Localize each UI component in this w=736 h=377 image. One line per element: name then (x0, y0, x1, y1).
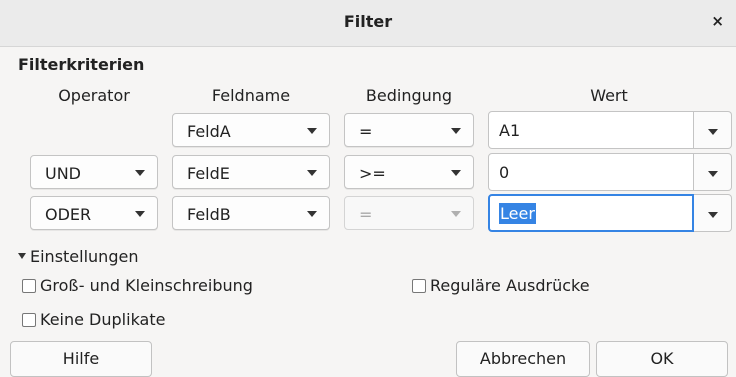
expander-arrow-icon (18, 252, 26, 259)
chevron-down-icon (451, 128, 461, 134)
field-combo-row2[interactable]: FeldE (172, 155, 330, 189)
value-dropdown-button-row2[interactable] (694, 153, 732, 191)
chevron-down-icon (307, 170, 317, 176)
column-header-value: Wert (590, 86, 628, 105)
field-value-row2: FeldE (187, 164, 230, 183)
title-bar: Filter × (0, 0, 736, 47)
case-sensitive-label: Groß- und Kleinschreibung (40, 276, 253, 295)
regex-checkbox[interactable]: Reguläre Ausdrücke (412, 276, 590, 295)
chevron-down-icon (708, 129, 718, 135)
chevron-down-icon (708, 171, 718, 177)
chevron-down-icon (135, 170, 145, 176)
settings-expander-label: Einstellungen (30, 247, 139, 266)
condition-combo-row2[interactable]: >= (344, 155, 474, 189)
chevron-down-icon (135, 211, 145, 217)
value-field-row2[interactable] (488, 153, 694, 191)
condition-value-row3: = (359, 205, 373, 224)
chevron-down-icon (451, 170, 461, 176)
operator-value-row3: ODER (45, 205, 92, 224)
column-header-field: Feldname (211, 86, 291, 105)
field-value-row3: FeldB (187, 205, 231, 224)
operator-combo-row2[interactable]: UND (30, 155, 158, 189)
chevron-down-icon (708, 212, 718, 218)
condition-value-row2: >= (359, 164, 386, 183)
value-field-row1[interactable] (488, 111, 694, 149)
no-duplicates-checkbox[interactable]: Keine Duplikate (22, 310, 165, 329)
value-input-row3-selected-text[interactable]: Leer (499, 203, 536, 224)
condition-combo-row3: = (344, 196, 474, 230)
window-title: Filter (343, 12, 393, 31)
regex-label: Reguläre Ausdrücke (430, 276, 590, 295)
checkbox-icon[interactable] (22, 278, 36, 293)
checkbox-icon[interactable] (412, 278, 426, 293)
column-header-operator: Operator (58, 86, 130, 105)
case-sensitive-checkbox[interactable]: Groß- und Kleinschreibung (22, 276, 253, 295)
close-icon[interactable]: × (711, 12, 724, 30)
cancel-button[interactable]: Abbrechen (456, 341, 590, 377)
value-dropdown-button-row3[interactable] (694, 194, 732, 232)
chevron-down-icon (451, 211, 461, 217)
field-combo-row3[interactable]: FeldB (172, 196, 330, 230)
value-input-row1[interactable] (489, 112, 693, 148)
value-dropdown-button-row1[interactable] (694, 111, 732, 149)
settings-expander[interactable]: Einstellungen (18, 247, 138, 266)
section-title-filterkriterien: Filterkriterien (18, 55, 145, 74)
no-duplicates-label: Keine Duplikate (40, 310, 166, 329)
column-header-condition: Bedingung (365, 86, 453, 105)
operator-value-row2: UND (45, 164, 81, 183)
condition-value-row1: = (359, 122, 373, 141)
field-combo-row1[interactable]: FeldA (172, 113, 330, 147)
value-input-row2[interactable] (489, 154, 693, 190)
value-field-row3[interactable]: Leer (488, 194, 694, 232)
chevron-down-icon (307, 128, 317, 134)
chevron-down-icon (307, 211, 317, 217)
ok-button[interactable]: OK (596, 341, 728, 377)
checkbox-icon[interactable] (22, 312, 36, 327)
operator-combo-row3[interactable]: ODER (30, 196, 158, 230)
condition-combo-row1[interactable]: = (344, 113, 474, 147)
help-button[interactable]: Hilfe (10, 341, 152, 377)
field-value-row1: FeldA (187, 122, 231, 141)
